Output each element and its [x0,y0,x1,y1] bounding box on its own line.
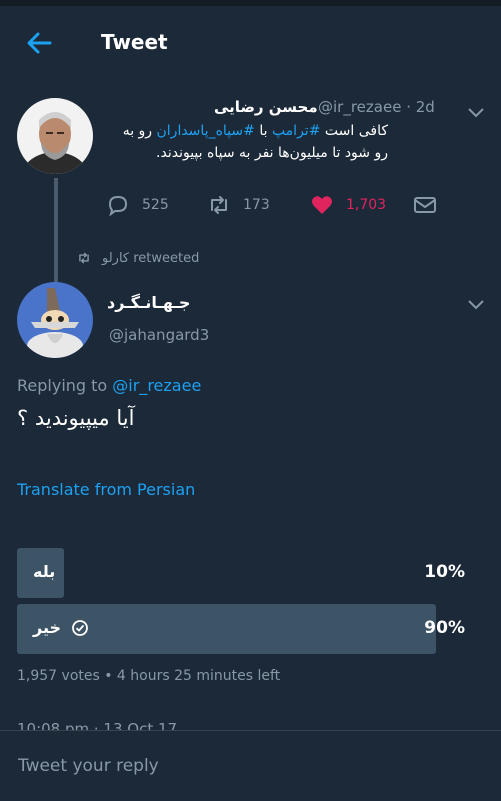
like-action[interactable]: 1,703 [310,192,386,218]
back-arrow-icon[interactable] [24,28,54,58]
hashtag-sepah[interactable]: #سپاه_پاسداران [157,123,255,139]
poll-option-label: خیر [33,618,89,637]
chevron-down-icon[interactable] [468,300,484,310]
retweet-count: 173 [243,197,270,213]
poll-option-percent: 10% [424,562,465,582]
thread-connector [54,178,58,282]
retweeted-by-text: کارلو retweeted [102,250,200,266]
retweeted-by[interactable]: کارلو retweeted [76,248,199,268]
reply-author-name[interactable]: جـهـانـگـرد [107,293,190,312]
hashtag-trump[interactable]: #ترامپ [272,123,321,139]
avatar-reply[interactable] [17,282,93,358]
poll-summary: 1,957 votes • 4 hours 25 minutes left [17,668,281,684]
page-title: Tweet [101,30,168,54]
reply-icon [108,195,128,217]
app-header: Tweet [0,0,501,84]
envelope-icon [414,197,436,213]
like-count: 1,703 [346,197,387,213]
reply-action[interactable]: 525 [106,192,169,218]
tweet-timestamp: 10:08 pm · 13 Oct 17 [17,720,178,730]
poll-option-label: بله [33,562,56,581]
retweet-icon [211,196,227,214]
replying-to: Replying to @ir_rezaee [17,376,202,395]
status-strip [0,0,501,6]
poll-option[interactable]: بله 10% [17,548,483,598]
original-author-name[interactable]: محسن رضایی [214,98,318,116]
retweet-icon [79,252,89,264]
original-tweet-text: کافی است #ترامپ با #سپاه_پاسداران رو به … [122,123,388,161]
replying-to-mention[interactable]: @ir_rezaee [112,376,201,395]
share-action[interactable] [413,192,449,218]
reply-bar [0,730,501,801]
tweet-detail: محسن رضایی @ir_rezaee · 2d کافی است #ترا… [0,84,501,730]
heart-icon [312,196,332,214]
original-author-handle-time: @ir_rezaee · 2d [318,98,435,116]
poll-option[interactable]: خیر 90% [17,604,483,654]
translate-link[interactable]: Translate from Persian [17,480,195,499]
reply-tweet-text: آیا میپیوندید ؟ [17,406,135,430]
poll-option-percent: 90% [424,618,465,638]
reply-count: 525 [142,197,169,213]
reply-input[interactable] [16,751,480,781]
avatar-original[interactable] [17,98,93,174]
reply-author-handle: @jahangard3 [109,326,210,344]
chevron-down-icon[interactable] [468,108,484,118]
check-circle-icon [72,619,88,636]
retweet-action[interactable]: 173 [207,192,270,218]
